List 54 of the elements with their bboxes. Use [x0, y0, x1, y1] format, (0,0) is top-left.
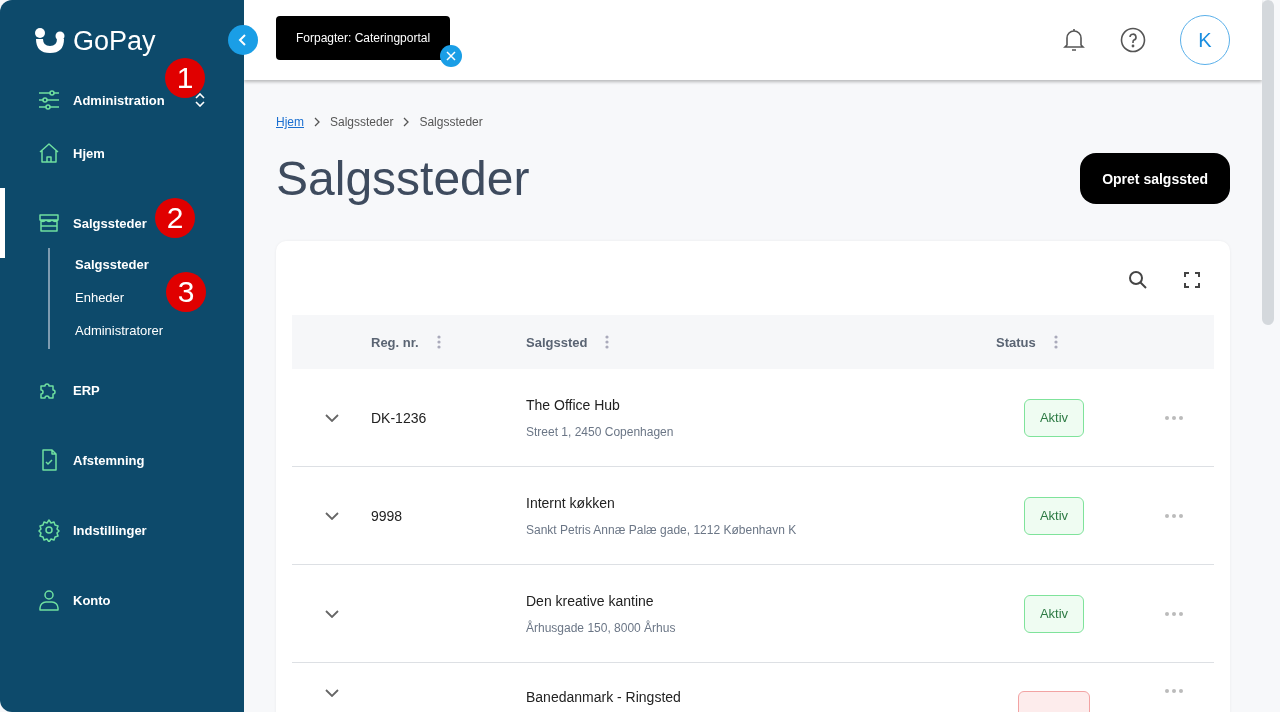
help-icon[interactable]: [1120, 27, 1146, 53]
location-address: Street 1, 2450 Copenhagen: [526, 424, 675, 439]
logo-text: GoPay: [73, 25, 156, 57]
avatar[interactable]: K: [1180, 15, 1230, 65]
chevron-right-icon: [403, 117, 410, 127]
user-icon: [37, 588, 61, 612]
chevron-left-icon: [238, 34, 248, 46]
location-address: Sankt Petris Annæ Palæ gade, 1212 København K: [526, 522, 798, 537]
breadcrumb-link[interactable]: Hjem: [276, 115, 304, 129]
nav-item[interactable]: Hjem: [0, 118, 244, 188]
table-cell: DK-1236: [371, 409, 427, 426]
nav-item[interactable]: ERP: [0, 355, 244, 425]
location-address: Århusgade 150, 8000 Århus: [526, 620, 677, 635]
create-button[interactable]: Opret salgssted: [1080, 153, 1230, 204]
close-icon: [446, 51, 457, 61]
page-title: Salgssteder: [276, 151, 530, 206]
step-marker: 3: [166, 272, 206, 312]
chevron-right-icon: [314, 117, 320, 127]
column-header: Reg. nr.: [371, 334, 419, 350]
breadcrumb-item: Salgssteder: [330, 115, 394, 129]
breadcrumb-item: Salgssteder: [419, 115, 483, 129]
location-name: The Office Hub: [526, 396, 621, 413]
nav-item[interactable]: Indstillinger: [0, 495, 244, 565]
expand-icon[interactable]: [324, 609, 339, 618]
bell-icon[interactable]: [1062, 27, 1086, 53]
subnav-item[interactable]: Enheder: [75, 281, 125, 314]
scrollbar[interactable]: [1262, 0, 1274, 325]
location-name: Den kreative kantine: [526, 592, 655, 609]
column-header: Salgssted: [526, 334, 588, 350]
step-marker: 2: [155, 198, 195, 238]
search-icon[interactable]: [1128, 270, 1148, 290]
status-badge: Aktiv: [1024, 398, 1084, 437]
column-header: Status: [996, 334, 1036, 350]
expand-icon[interactable]: [324, 413, 339, 422]
home-icon: [37, 141, 61, 165]
status-badge: Aktiv: [1024, 496, 1084, 535]
table-cell: 9998: [371, 507, 403, 524]
subnav-item[interactable]: Administratorer: [75, 314, 164, 347]
tenant-label: Forpagter: Cateringportal: [296, 31, 431, 45]
fullscreen-icon[interactable]: [1184, 272, 1200, 288]
logo-icon: [33, 27, 67, 55]
nav-item[interactable]: Afstemning: [0, 425, 244, 495]
expand-icon[interactable]: [324, 689, 339, 697]
status-badge: Aktiv: [1024, 594, 1084, 633]
expand-icon[interactable]: [324, 511, 339, 520]
close-button[interactable]: [440, 45, 463, 67]
chevron-updown-icon: [194, 93, 205, 107]
gear-icon: [37, 518, 61, 542]
step-marker: 1: [165, 58, 205, 98]
store-icon: [37, 211, 61, 235]
sliders-icon: [37, 88, 61, 112]
location-name: Internt køkken: [526, 494, 616, 511]
nav-item[interactable]: Konto: [0, 565, 244, 635]
location-name: Banedanmark - Ringsted: [526, 689, 682, 705]
